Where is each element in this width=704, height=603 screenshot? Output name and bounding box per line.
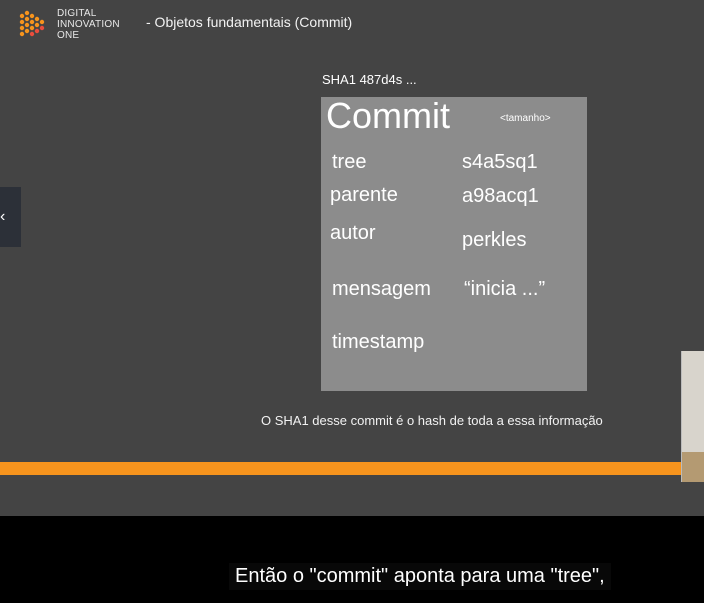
field-key-mensagem: mensagem (332, 278, 431, 300)
accent-bar (0, 462, 704, 475)
slide-caption: O SHA1 desse commit é o hash de toda a e… (261, 413, 603, 428)
field-value-tree: s4a5sq1 (462, 151, 538, 173)
brand-name: DIGITAL INNOVATION ONE (57, 8, 120, 41)
commit-object-box: Commit <tamanho> tree s4a5sq1 parente a9… (321, 95, 587, 391)
previous-button[interactable]: ‹ (0, 187, 21, 247)
field-key-timestamp: timestamp (332, 331, 425, 353)
brand-line-1: DIGITAL (57, 8, 97, 19)
slide-title: - Objetos fundamentais (Commit) (146, 14, 353, 30)
chevron-left-icon: ‹ (0, 208, 6, 225)
thumbnail-shelf (682, 452, 704, 482)
field-value-parente: a98acq1 (462, 185, 539, 207)
commit-box-title: Commit (326, 95, 450, 136)
dio-logo-icon (19, 10, 45, 37)
field-value-autor: perkles (462, 229, 527, 251)
field-value-mensagem: “inicia ...” (464, 278, 546, 300)
video-slide: DIGITAL INNOVATION ONE - Objetos fundame… (0, 0, 704, 516)
field-key-autor: autor (330, 222, 376, 244)
video-subtitle: Então o "commit" aponta para uma "tree", (229, 563, 611, 590)
field-key-tree: tree (332, 151, 367, 173)
sha-label: SHA1 487d4s ... (322, 72, 417, 87)
brand-line-2: INNOVATION (57, 19, 120, 30)
field-key-parente: parente (330, 184, 398, 206)
brand-line-3: ONE (57, 30, 80, 41)
presenter-thumbnail (681, 351, 704, 482)
commit-size-label: <tamanho> (500, 113, 551, 124)
